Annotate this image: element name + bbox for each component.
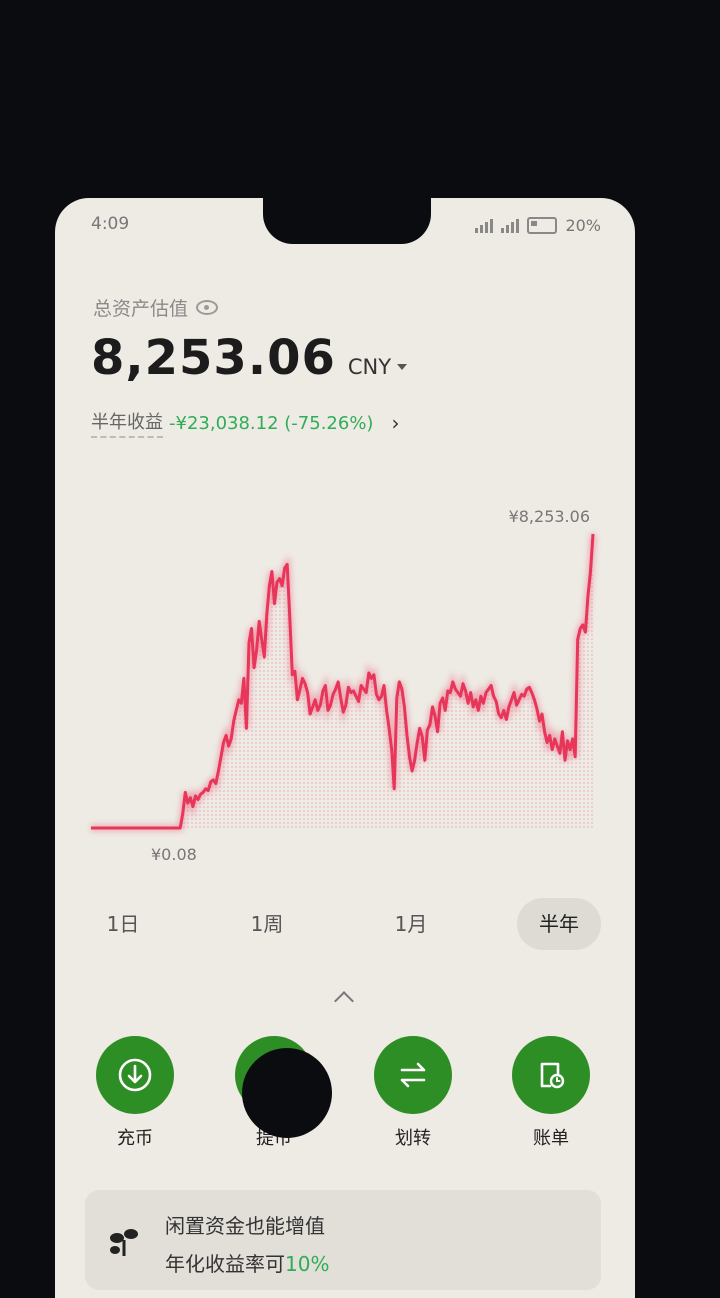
- deposit-button[interactable]: 充币: [90, 1036, 180, 1150]
- chart-max-label: ¥8,253.06: [509, 507, 590, 526]
- bill-label: 账单: [533, 1128, 569, 1149]
- transfer-button[interactable]: 划转: [368, 1036, 458, 1150]
- deposit-label: 充币: [117, 1128, 153, 1149]
- transfer-label: 划转: [395, 1128, 431, 1149]
- promo-subtitle: 年化收益率可10%: [165, 1248, 329, 1277]
- battery-percent: 20%: [565, 216, 601, 235]
- home-button-overlay: [242, 1048, 332, 1138]
- chart-area-fill: [91, 534, 593, 828]
- pnl-label: 半年收益: [91, 408, 163, 438]
- tab-half-year[interactable]: 半年: [517, 898, 601, 950]
- bill-icon: [512, 1036, 590, 1114]
- total-assets-label: 总资产估值: [93, 294, 219, 321]
- pnl-value: -¥23,038.12 (-75.26%): [169, 412, 374, 434]
- total-amount-row: 8,253.06 CNY: [91, 330, 408, 386]
- deposit-icon: [96, 1036, 174, 1114]
- tab-1d[interactable]: 1日: [83, 898, 163, 950]
- currency-selector[interactable]: CNY: [347, 355, 408, 379]
- promo-rate: 10%: [285, 1252, 330, 1276]
- asset-label-text: 总资产估值: [93, 298, 189, 320]
- camera-notch: [263, 198, 431, 244]
- signal-icon-2: [501, 218, 520, 233]
- transfer-icon: [374, 1036, 452, 1114]
- total-amount: 8,253.06: [91, 330, 336, 386]
- chart-min-label: ¥0.08: [151, 845, 197, 864]
- currency-label: CNY: [347, 355, 392, 379]
- battery-icon: [527, 217, 558, 234]
- asset-chart: ¥8,253.06 ¥0.08: [91, 507, 596, 864]
- pnl-row[interactable]: 半年收益 -¥23,038.12 (-75.26%) ›: [91, 408, 399, 438]
- tab-1w[interactable]: 1周: [227, 898, 307, 950]
- caret-down-icon: [397, 364, 408, 370]
- promo-banner[interactable]: 闲置资金也能增值 年化收益率可10%: [85, 1190, 601, 1290]
- status-icons: 20%: [475, 216, 601, 235]
- chevron-right-icon: ›: [391, 411, 400, 435]
- signal-icon: [475, 218, 494, 233]
- promo-subtitle-text: 年化收益率可: [165, 1252, 285, 1276]
- tab-1m[interactable]: 1月: [371, 898, 451, 950]
- period-tabs: 1日 1周 1月 半年: [75, 898, 615, 950]
- sprout-icon: [107, 1226, 141, 1262]
- bill-button[interactable]: 账单: [506, 1036, 596, 1150]
- eye-icon[interactable]: [196, 300, 219, 315]
- promo-title: 闲置资金也能增值: [165, 1214, 325, 1238]
- status-time: 4:09: [91, 214, 130, 234]
- phone-screen: 4:09 20% 总资产估值 8,253.06 CNY 半年收益 -¥23,03…: [55, 198, 635, 1298]
- chevron-up-icon[interactable]: [334, 991, 354, 1011]
